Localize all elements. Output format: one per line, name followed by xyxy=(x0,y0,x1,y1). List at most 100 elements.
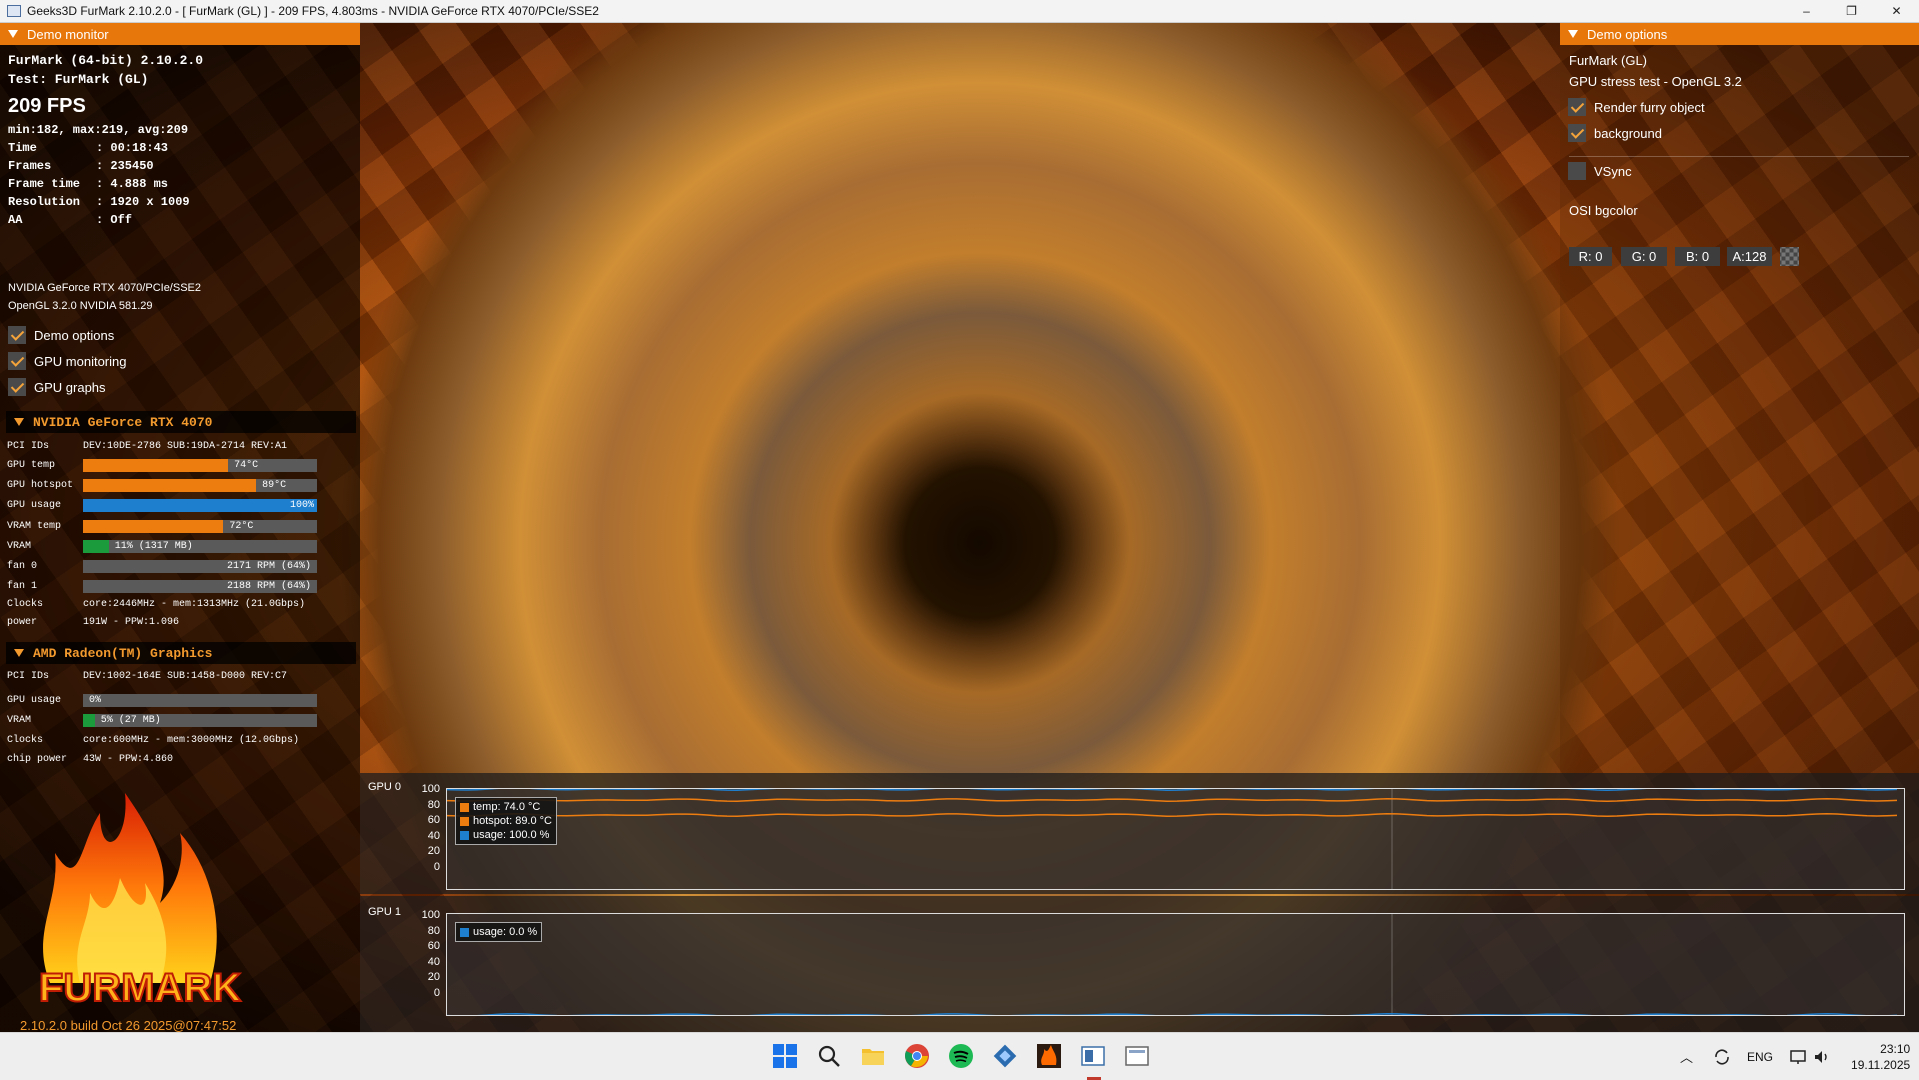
build-info: 2.10.2.0 build Oct 26 2025@07:47:52 xyxy=(20,1018,237,1033)
gpu1-section-header[interactable]: AMD Radeon(TM) Graphics xyxy=(6,642,356,664)
collapse-triangle-icon xyxy=(14,418,24,426)
legend-swatch xyxy=(460,802,469,812)
search-icon[interactable] xyxy=(816,1043,842,1069)
demo-options-title: Demo options xyxy=(1587,26,1668,42)
meter-bar: 89°C xyxy=(83,479,317,493)
collapse-triangle-icon xyxy=(14,649,24,657)
legend-text: usage: 100.0 % xyxy=(473,829,550,841)
app-window-icon[interactable] xyxy=(1124,1043,1150,1069)
checkbox-label: Demo options xyxy=(34,327,115,343)
sync-icon[interactable] xyxy=(1713,1048,1731,1066)
osi-blue-input[interactable]: B: 0 xyxy=(1675,247,1720,266)
usage-series-line xyxy=(447,1013,1897,1015)
meter-text: 11% (1317 MB) xyxy=(114,540,193,552)
legend-entry: usage: 0.0 % xyxy=(460,925,537,939)
color-preview-swatch[interactable] xyxy=(1780,247,1799,266)
furmark-window-icon[interactable] xyxy=(1080,1043,1106,1069)
gpu0-legend: temp: 74.0 °C hotspot: 89.0 °C usage: 10… xyxy=(455,797,558,845)
window-title: Geeks3D FurMark 2.10.2.0 - [ FurMark (GL… xyxy=(27,4,599,18)
row-label: Clocks xyxy=(7,735,44,746)
renderer-name: NVIDIA GeForce RTX 4070/PCIe/SSE2 xyxy=(8,282,201,294)
row-label: VRAM xyxy=(7,715,32,726)
app-icon xyxy=(7,5,21,17)
start-windows-icon[interactable] xyxy=(772,1043,798,1069)
gpu-graphs-checkbox[interactable]: GPU graphs xyxy=(8,378,106,396)
system-tray: ︿ ENG 23:10 19.11.2025 xyxy=(1680,1033,1910,1080)
row-label: GPU usage xyxy=(7,695,62,706)
background-checkbox[interactable]: background xyxy=(1568,124,1662,142)
legend-entry: hotspot: 89.0 °C xyxy=(460,814,552,828)
checkbox-icon xyxy=(8,326,26,344)
row-label: fan 0 xyxy=(7,561,38,572)
gpu0-section-header[interactable]: NVIDIA GeForce RTX 4070 xyxy=(6,411,356,433)
opengl-version: OpenGL 3.2.0 NVIDIA 581.29 xyxy=(8,300,153,312)
demo-name: FurMark (GL) xyxy=(1569,53,1647,68)
maximize-button[interactable]: ❐ xyxy=(1829,0,1874,22)
row-label: GPU usage xyxy=(7,500,62,512)
stat-row: Resolution xyxy=(8,195,88,209)
row-label: power xyxy=(7,617,38,628)
gpu0-name: NVIDIA GeForce RTX 4070 xyxy=(33,414,213,430)
chrome-icon[interactable] xyxy=(904,1043,930,1069)
row-value: DEV:1002-164E SUB:1458-D000 REV:C7 xyxy=(83,671,288,682)
stat-value-wrap: : 1920 x 1009 xyxy=(96,195,190,209)
gpu-monitoring-checkbox[interactable]: GPU monitoring xyxy=(8,352,126,370)
meter-bar: 74°C xyxy=(83,459,317,472)
meter-bar: 5% (27 MB) xyxy=(83,714,317,727)
legend-swatch xyxy=(460,816,469,826)
vsync-checkbox[interactable]: VSync xyxy=(1568,162,1632,180)
demo-monitor-panel: Demo monitor FurMark (64-bit) 2.10.2.0 T… xyxy=(0,23,360,1033)
gpu0-graph-panel: GPU 0 100 80 60 40 20 0 temp: 74.0 °C hotspot… xyxy=(360,773,1919,894)
stat-value: : Off xyxy=(96,213,133,227)
language-indicator[interactable]: ENG xyxy=(1747,1050,1773,1064)
gpu1-plot-area: usage: 0.0 % xyxy=(446,913,1905,1016)
gpu1-name: AMD Radeon(TM) Graphics xyxy=(33,645,213,661)
row-label: fan 1 xyxy=(7,581,38,593)
row-label: PCI IDs xyxy=(7,671,50,682)
row-label: VRAM xyxy=(7,540,32,552)
volume-icon[interactable] xyxy=(1813,1048,1831,1066)
network-icon[interactable] xyxy=(1789,1048,1807,1066)
spotify-icon[interactable] xyxy=(948,1043,974,1069)
row-value: 191W - PPW:1.096 xyxy=(83,617,180,628)
furmark-logo: FURMARK xyxy=(38,793,242,1011)
demo-options-header[interactable]: Demo options xyxy=(1560,23,1919,45)
meter-fill xyxy=(83,539,109,553)
stat-value-wrap: : 4.888 ms xyxy=(96,177,168,191)
close-button[interactable]: ✕ xyxy=(1874,0,1919,22)
osi-red-input[interactable]: R: 0 xyxy=(1569,247,1612,266)
checkbox-label: VSync xyxy=(1594,163,1632,179)
app-launcher-icon[interactable] xyxy=(992,1043,1018,1069)
legend-entry: temp: 74.0 °C xyxy=(460,800,552,814)
product-version: FurMark (64-bit) 2.10.2.0 xyxy=(8,53,204,68)
row-label: GPU temp xyxy=(7,460,56,471)
demo-monitor-header[interactable]: Demo monitor xyxy=(0,23,360,45)
render-furry-object-checkbox[interactable]: Render furry object xyxy=(1568,98,1705,116)
osi-alpha-input[interactable]: A:128 xyxy=(1727,247,1772,266)
divider xyxy=(1569,156,1909,157)
row-value: core:2446MHz - mem:1313MHz (21.0Gbps) xyxy=(83,599,306,610)
row-value: 43W - PPW:4.860 xyxy=(83,754,174,765)
checkbox-label: GPU graphs xyxy=(34,379,106,395)
furmark-logo-text: FURMARK xyxy=(39,966,241,1010)
legend-text: temp: 74.0 °C xyxy=(473,801,541,813)
meter-fill xyxy=(83,519,224,533)
meter-text: 5% (27 MB) xyxy=(100,715,161,726)
meter-text: 100% xyxy=(289,500,314,512)
gpu0-plot-area: temp: 74.0 °C hotspot: 89.0 °C usage: 10… xyxy=(446,788,1905,890)
furmark-taskbar-icon[interactable] xyxy=(1036,1043,1062,1069)
y-tick-label: 40 xyxy=(427,955,440,968)
usage-series-line xyxy=(447,789,1898,791)
demo-options-checkbox[interactable]: Demo options xyxy=(8,326,114,344)
file-explorer-icon[interactable] xyxy=(860,1043,886,1069)
gpu0-chart-svg xyxy=(447,789,1898,889)
row-label: VRAM temp xyxy=(7,520,62,532)
stat-value: : 1920 x 1009 xyxy=(96,195,190,209)
gpu0-graph-label: GPU 0 xyxy=(368,781,402,793)
stat-value-wrap: : 00:18:43 xyxy=(96,141,168,155)
chevron-up-icon[interactable]: ︿ xyxy=(1680,1047,1693,1066)
osi-green-input[interactable]: G: 0 xyxy=(1621,247,1667,266)
minimize-button[interactable]: – xyxy=(1784,0,1829,22)
clock[interactable]: 23:10 19.11.2025 xyxy=(1851,1041,1910,1073)
taskbar: ︿ ENG 23:10 19.11.2025 xyxy=(0,1032,1919,1080)
